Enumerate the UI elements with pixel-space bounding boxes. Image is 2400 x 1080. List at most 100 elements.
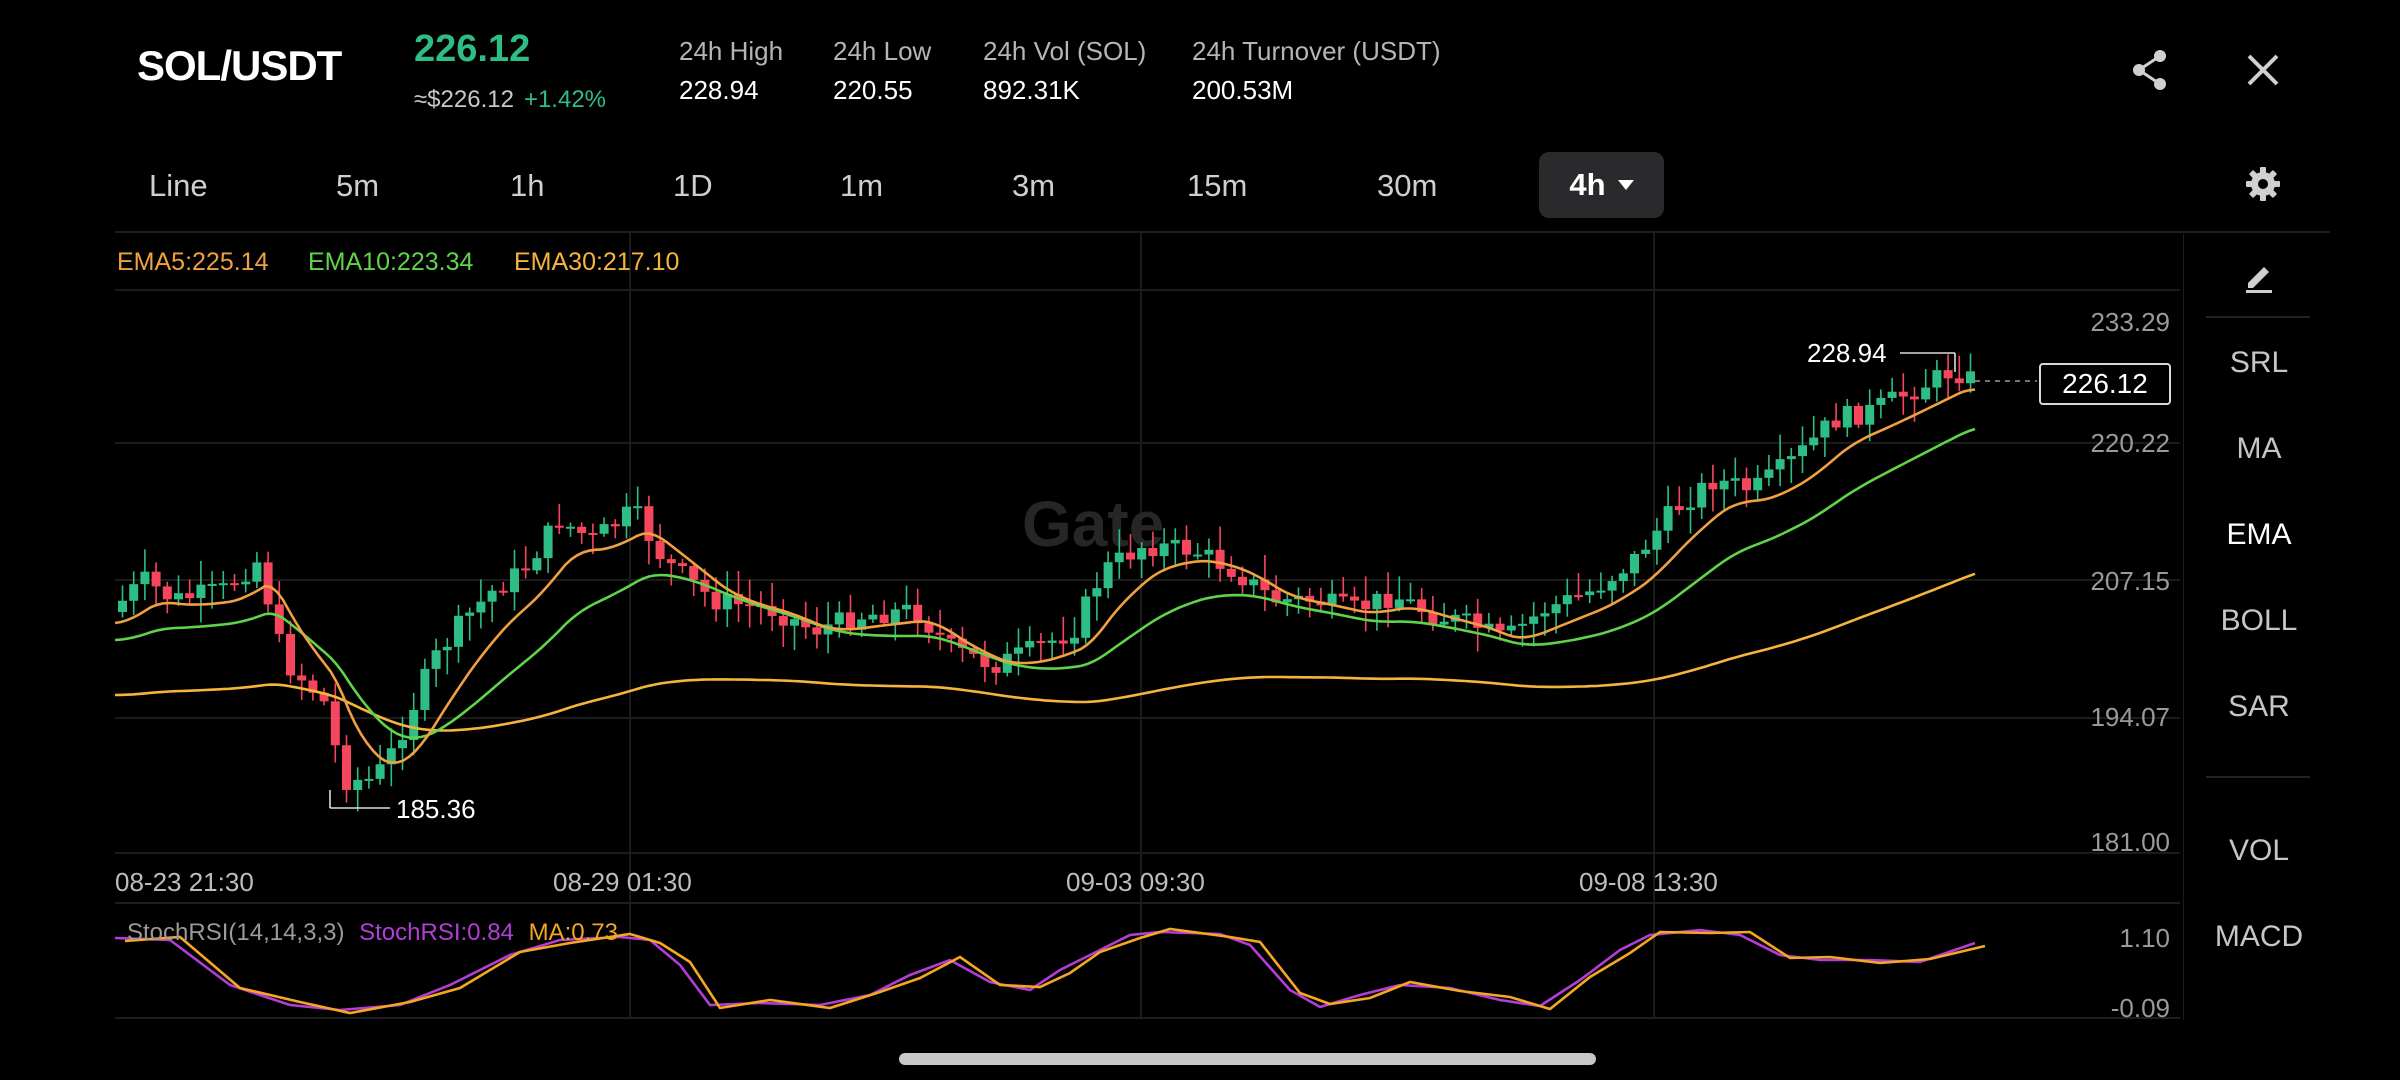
candle-body [1898,391,1908,397]
candle-body [991,667,1001,673]
candle-body [1719,480,1729,490]
candle-body [1383,593,1393,608]
candle-body [1652,530,1662,550]
indicator-macd[interactable]: MACD [2184,920,2334,954]
candle-body [1663,506,1673,531]
candle-body [566,526,575,529]
candle-body [129,584,139,601]
candle-body [442,646,452,651]
x-label: 09-03 09:30 [1066,867,1205,897]
candle-body [1204,549,1214,555]
indicator-ema[interactable]: EMA [2184,518,2334,552]
candle-body [1551,604,1561,614]
candle-body [1406,599,1415,602]
candle-body [1518,623,1527,626]
candle-body [1137,548,1147,560]
candle-body [1831,420,1841,428]
candle-body [151,571,161,587]
ema5-line [114,388,1976,764]
pencil-icon[interactable] [2242,259,2276,293]
candle-body [207,583,217,586]
candle-body [689,566,699,580]
candle-body [353,779,363,791]
candle-body [678,563,687,567]
candle-body [1092,588,1102,597]
candle-body [1753,477,1763,491]
indicator-srl[interactable]: SRL [2184,346,2334,380]
candle-body [1238,576,1247,586]
candle-body [1439,621,1449,625]
candle-body [1529,616,1539,624]
candle-body [498,590,508,593]
candle-body [1630,553,1639,574]
y-label: 181.00 [2090,827,2170,857]
y-label: 207.15 [2090,566,2170,596]
indicator-ma[interactable]: MA [2184,432,2334,466]
candle-body [1193,554,1203,557]
candle-body [487,590,497,602]
candle-body [162,586,172,600]
candle-body [890,609,900,624]
candle-body [1842,405,1852,428]
candle-body [196,584,206,599]
candle-body [622,506,631,527]
low-marker-label: 185.36 [396,794,476,824]
candle-body [1641,549,1651,554]
candle-body [554,525,564,528]
candle-body [812,627,822,635]
candle-body [1887,391,1897,398]
candle-body [1954,378,1964,384]
y-label: 194.07 [2090,702,2170,732]
candle-body [543,525,553,559]
indicator-sar[interactable]: SAR [2184,690,2334,724]
candle-body [1820,420,1830,438]
candle-body [1607,581,1617,591]
candle-body [1249,579,1259,586]
candle-body [297,675,307,681]
divider [2206,776,2310,778]
candle-body [879,614,889,624]
x-label: 08-29 01:30 [553,867,692,897]
candle-body [218,583,228,586]
candle-body [577,526,587,534]
candle-body [1506,625,1516,631]
candle-body [454,615,463,647]
candle-body [1585,591,1595,596]
candle-body [1865,404,1875,425]
candle-body [1182,539,1191,555]
candle-body [174,593,183,600]
candle-body [1350,596,1359,601]
candle-body [1932,370,1942,388]
candle-body [185,593,195,599]
candle-body [790,619,799,626]
candle-body [1854,405,1863,425]
candle-body [1282,599,1292,603]
x-label: 08-23 21:30 [115,867,254,897]
candle-body [666,559,676,564]
ema30-line [114,572,1976,732]
candle-body [476,601,486,613]
candle-body [1070,637,1079,644]
x-label: 09-08 13:30 [1579,867,1718,897]
stochrsi-title: StochRSI(14,14,3,3) [127,919,345,946]
candle-body [655,540,665,560]
candle-body [1462,613,1471,616]
candle-body [711,591,721,610]
candle-body [902,604,911,610]
candle-body [599,524,609,534]
candle-body [834,612,844,625]
ema5-legend: EMA5:225.14 [117,248,269,276]
home-indicator[interactable] [899,1053,1596,1065]
price-chart[interactable]: Gate 228.94185.36 [0,0,2400,1080]
candle-body [431,650,441,669]
ema10-legend: EMA10:223.34 [308,248,474,276]
indicator-boll[interactable]: BOLL [2184,604,2334,638]
candle-body [342,745,351,791]
candle-body [1697,482,1707,508]
candle-body [118,600,127,612]
candle-body [252,562,262,582]
candle-body [532,558,542,571]
candle-body [1562,595,1572,605]
candle-body [1215,549,1225,569]
indicator-vol[interactable]: VOL [2184,834,2334,868]
